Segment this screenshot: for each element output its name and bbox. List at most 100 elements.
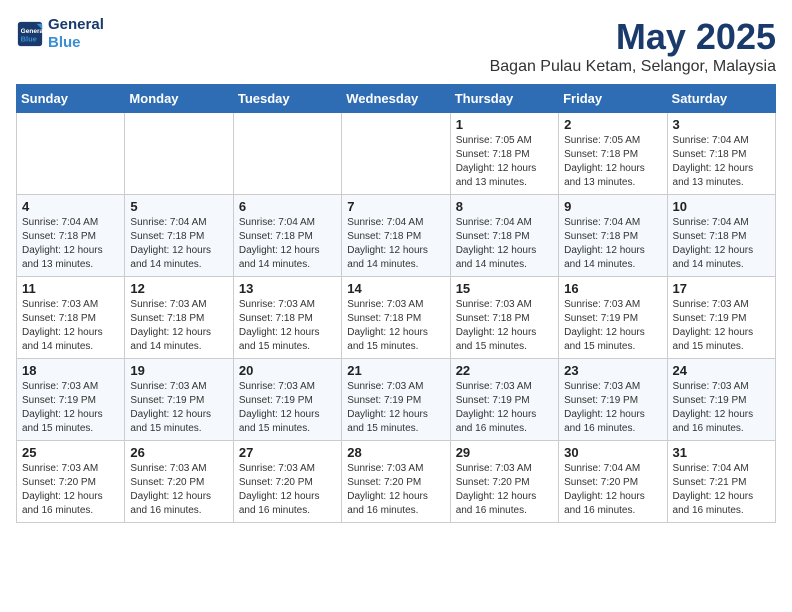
calendar-cell: 9 Sunrise: 7:04 AM Sunset: 7:18 PM Daylig… [559, 195, 667, 277]
day-info: Sunrise: 7:04 AM Sunset: 7:18 PM Dayligh… [130, 216, 227, 272]
day-number: 24 [673, 363, 770, 378]
day-number: 26 [130, 445, 227, 460]
calendar-cell: 6 Sunrise: 7:04 AM Sunset: 7:18 PM Daylig… [233, 195, 341, 277]
calendar-cell: 14 Sunrise: 7:03 AM Sunset: 7:18 PM Dayli… [342, 277, 450, 359]
logo-icon: General Blue [16, 20, 44, 48]
header-thursday: Thursday [450, 85, 558, 113]
calendar-cell [125, 113, 233, 195]
day-info: Sunrise: 7:03 AM Sunset: 7:19 PM Dayligh… [239, 380, 336, 436]
calendar-cell: 24 Sunrise: 7:03 AM Sunset: 7:19 PM Dayli… [667, 359, 775, 441]
day-number: 15 [456, 281, 553, 296]
day-number: 10 [673, 199, 770, 214]
day-number: 25 [22, 445, 119, 460]
day-info: Sunrise: 7:03 AM Sunset: 7:19 PM Dayligh… [456, 380, 553, 436]
day-number: 12 [130, 281, 227, 296]
day-info: Sunrise: 7:04 AM Sunset: 7:18 PM Dayligh… [564, 216, 661, 272]
week-row-0: 1 Sunrise: 7:05 AM Sunset: 7:18 PM Daylig… [17, 113, 776, 195]
day-info: Sunrise: 7:04 AM Sunset: 7:18 PM Dayligh… [22, 216, 119, 272]
day-number: 31 [673, 445, 770, 460]
day-info: Sunrise: 7:03 AM Sunset: 7:20 PM Dayligh… [456, 462, 553, 518]
calendar-cell: 22 Sunrise: 7:03 AM Sunset: 7:19 PM Dayli… [450, 359, 558, 441]
day-info: Sunrise: 7:04 AM Sunset: 7:18 PM Dayligh… [456, 216, 553, 272]
day-number: 5 [130, 199, 227, 214]
day-number: 30 [564, 445, 661, 460]
header-wednesday: Wednesday [342, 85, 450, 113]
logo: General Blue General Blue [16, 16, 104, 52]
calendar-cell: 11 Sunrise: 7:03 AM Sunset: 7:18 PM Dayli… [17, 277, 125, 359]
day-info: Sunrise: 7:04 AM Sunset: 7:18 PM Dayligh… [239, 216, 336, 272]
calendar-cell: 21Sunrise: 7:03 AM Sunset: 7:19 PM Dayli… [342, 359, 450, 441]
day-number: 17 [673, 281, 770, 296]
header-row: SundayMondayTuesdayWednesdayThursdayFrid… [17, 85, 776, 113]
week-row-3: 18 Sunrise: 7:03 AM Sunset: 7:19 PM Dayli… [17, 359, 776, 441]
calendar-table: SundayMondayTuesdayWednesdayThursdayFrid… [16, 84, 776, 523]
day-info: Sunrise: 7:03 AM Sunset: 7:19 PM Dayligh… [673, 380, 770, 436]
calendar-cell: 2Sunrise: 7:05 AM Sunset: 7:18 PM Daylig… [559, 113, 667, 195]
header-sunday: Sunday [17, 85, 125, 113]
calendar-cell: 18 Sunrise: 7:03 AM Sunset: 7:19 PM Dayli… [17, 359, 125, 441]
header: General Blue General Blue May 2025 Bagan… [16, 16, 776, 76]
day-number: 18 [22, 363, 119, 378]
day-number: 6 [239, 199, 336, 214]
day-number: 29 [456, 445, 553, 460]
day-number: 16 [564, 281, 661, 296]
calendar-cell: 30 Sunrise: 7:04 AM Sunset: 7:20 PM Dayli… [559, 441, 667, 523]
week-row-4: 25 Sunrise: 7:03 AM Sunset: 7:20 PM Dayli… [17, 441, 776, 523]
day-number: 23 [564, 363, 661, 378]
logo-line1: General [48, 16, 104, 34]
calendar-title: May 2025 [490, 16, 776, 58]
day-info: Sunrise: 7:03 AM Sunset: 7:18 PM Dayligh… [347, 298, 444, 354]
day-info: Sunrise: 7:04 AM Sunset: 7:20 PM Dayligh… [564, 462, 661, 518]
day-number: 21 [347, 363, 444, 378]
day-info: Sunrise: 7:04 AM Sunset: 7:21 PM Dayligh… [673, 462, 770, 518]
day-info: Sunrise: 7:03 AM Sunset: 7:19 PM Dayligh… [130, 380, 227, 436]
day-info: Sunrise: 7:04 AM Sunset: 7:18 PM Dayligh… [673, 134, 770, 190]
day-number: 1 [456, 117, 553, 132]
calendar-cell: 29 Sunrise: 7:03 AM Sunset: 7:20 PM Dayli… [450, 441, 558, 523]
day-info: Sunrise: 7:03 AM Sunset: 7:19 PM Dayligh… [22, 380, 119, 436]
calendar-cell: 5 Sunrise: 7:04 AM Sunset: 7:18 PM Daylig… [125, 195, 233, 277]
calendar-cell: 15 Sunrise: 7:03 AM Sunset: 7:18 PM Dayli… [450, 277, 558, 359]
calendar-cell [342, 113, 450, 195]
day-number: 3 [673, 117, 770, 132]
day-info: Sunrise: 7:04 AM Sunset: 7:18 PM Dayligh… [673, 216, 770, 272]
day-info: Sunrise: 7:03 AM Sunset: 7:18 PM Dayligh… [22, 298, 119, 354]
calendar-cell: 1 Sunrise: 7:05 AM Sunset: 7:18 PM Daylig… [450, 113, 558, 195]
calendar-cell: 12Sunrise: 7:03 AM Sunset: 7:18 PM Dayli… [125, 277, 233, 359]
calendar-cell: 25Sunrise: 7:03 AM Sunset: 7:20 PM Dayli… [17, 441, 125, 523]
calendar-cell: 31 Sunrise: 7:04 AM Sunset: 7:21 PM Dayli… [667, 441, 775, 523]
calendar-cell: 13Sunrise: 7:03 AM Sunset: 7:18 PM Dayli… [233, 277, 341, 359]
calendar-cell: 20 Sunrise: 7:03 AM Sunset: 7:19 PM Dayli… [233, 359, 341, 441]
header-tuesday: Tuesday [233, 85, 341, 113]
day-number: 11 [22, 281, 119, 296]
day-number: 7 [347, 199, 444, 214]
calendar-cell: 8Sunrise: 7:04 AM Sunset: 7:18 PM Daylig… [450, 195, 558, 277]
day-number: 4 [22, 199, 119, 214]
calendar-cell: 10 Sunrise: 7:04 AM Sunset: 7:18 PM Dayli… [667, 195, 775, 277]
week-row-2: 11 Sunrise: 7:03 AM Sunset: 7:18 PM Dayli… [17, 277, 776, 359]
day-info: Sunrise: 7:03 AM Sunset: 7:18 PM Dayligh… [456, 298, 553, 354]
day-info: Sunrise: 7:03 AM Sunset: 7:20 PM Dayligh… [130, 462, 227, 518]
day-number: 2 [564, 117, 661, 132]
day-number: 22 [456, 363, 553, 378]
day-info: Sunrise: 7:03 AM Sunset: 7:19 PM Dayligh… [564, 298, 661, 354]
calendar-cell: 26 Sunrise: 7:03 AM Sunset: 7:20 PM Dayli… [125, 441, 233, 523]
day-info: Sunrise: 7:03 AM Sunset: 7:19 PM Dayligh… [673, 298, 770, 354]
calendar-cell [17, 113, 125, 195]
day-info: Sunrise: 7:05 AM Sunset: 7:18 PM Dayligh… [456, 134, 553, 190]
day-number: 9 [564, 199, 661, 214]
header-friday: Friday [559, 85, 667, 113]
day-number: 13 [239, 281, 336, 296]
calendar-cell: 17 Sunrise: 7:03 AM Sunset: 7:19 PM Dayli… [667, 277, 775, 359]
calendar-cell: 3 Sunrise: 7:04 AM Sunset: 7:18 PM Daylig… [667, 113, 775, 195]
calendar-cell: 19 Sunrise: 7:03 AM Sunset: 7:19 PM Dayli… [125, 359, 233, 441]
day-number: 14 [347, 281, 444, 296]
calendar-cell: 23Sunrise: 7:03 AM Sunset: 7:19 PM Dayli… [559, 359, 667, 441]
day-number: 20 [239, 363, 336, 378]
day-number: 19 [130, 363, 227, 378]
title-area: May 2025 Bagan Pulau Ketam, Selangor, Ma… [490, 16, 776, 76]
calendar-cell: 7Sunrise: 7:04 AM Sunset: 7:18 PM Daylig… [342, 195, 450, 277]
svg-text:Blue: Blue [21, 34, 37, 43]
header-monday: Monday [125, 85, 233, 113]
calendar-subtitle: Bagan Pulau Ketam, Selangor, Malaysia [490, 58, 776, 76]
